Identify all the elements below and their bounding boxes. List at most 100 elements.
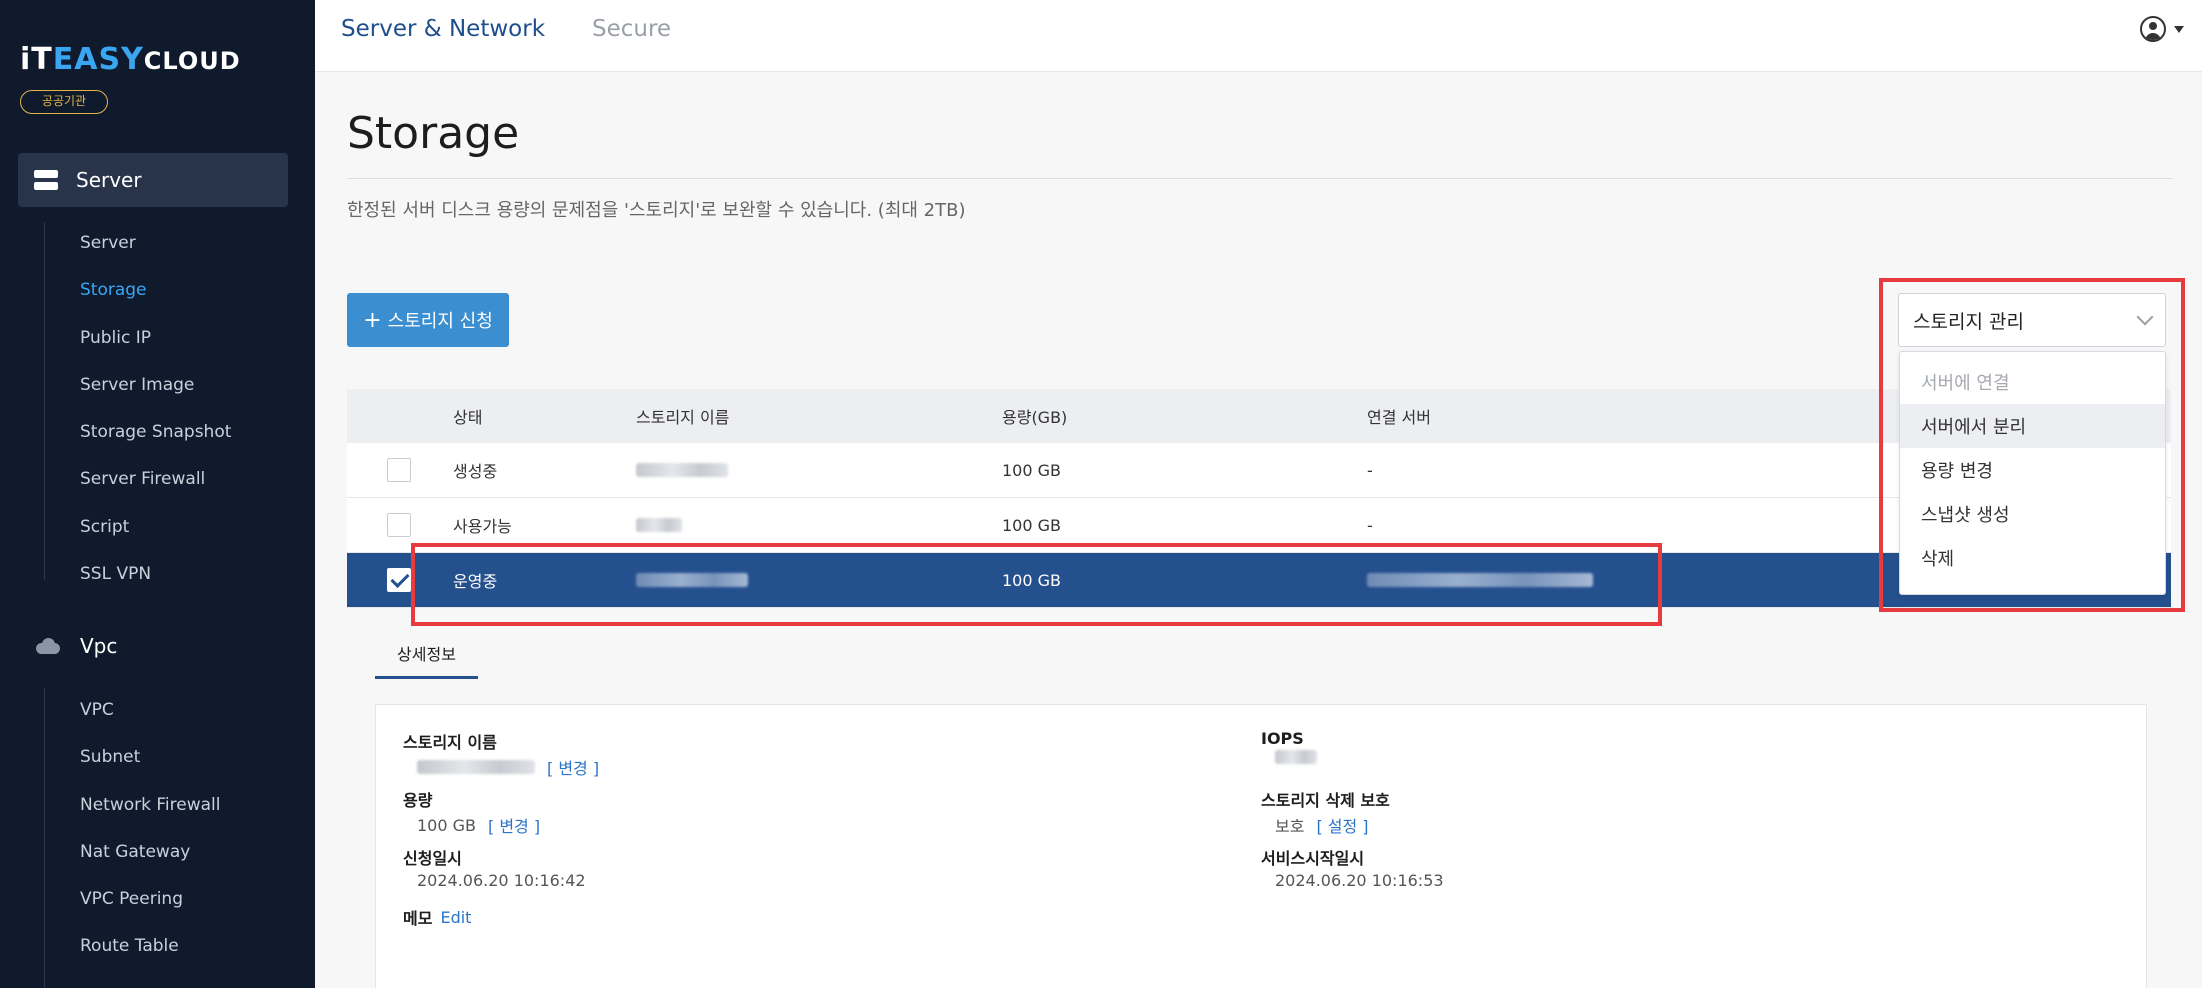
change-capacity-link[interactable]: [ 변경 ] <box>488 813 540 837</box>
storage-manage-select-value: 스토리지 관리 <box>1913 310 2024 333</box>
sidebar-item-public-ip[interactable]: Public IP <box>80 328 151 348</box>
sidebar-group-server[interactable]: Server <box>18 153 288 207</box>
row-checkbox-cell <box>387 553 411 607</box>
sidebar-group-label: Server <box>76 168 142 192</box>
storage-manage-menu: 서버에 연결 서버에서 분리 용량 변경 스냅샷 생성 삭제 <box>1899 351 2166 595</box>
detail-delete-protection: 스토리지 삭제 보호 보호 [ 설정 ] <box>1261 787 1390 837</box>
row-checkbox[interactable] <box>387 458 411 482</box>
menu-item-detach-from-server[interactable]: 서버에서 분리 <box>1900 404 2165 448</box>
menu-item-attach-to-server[interactable]: 서버에 연결 <box>1900 360 2165 404</box>
menu-item-delete[interactable]: 삭제 <box>1900 536 2165 580</box>
detail-value: 2024.06.20 10:16:42 <box>417 871 586 890</box>
row-checkbox-cell <box>387 443 411 497</box>
storage-detail-panel: 스토리지 이름 [ 변경 ] 용량 100 GB [ 변경 ] 신청일시 202… <box>375 704 2147 988</box>
column-header-capacity: 용량(GB) <box>1002 408 1068 427</box>
capacity-value: 100 GB <box>417 815 476 835</box>
memo-edit-link[interactable]: Edit <box>440 908 471 927</box>
user-menu[interactable] <box>2140 16 2184 42</box>
detail-value <box>1275 750 1317 764</box>
delete-protection-value: 보호 <box>1275 817 1305 836</box>
sidebar-item-server-firewall[interactable]: Server Firewall <box>80 469 205 489</box>
sidebar-item-vpc-peering[interactable]: VPC Peering <box>80 889 183 909</box>
detail-label: 신청일시 <box>403 849 462 868</box>
sidebar-item-storage[interactable]: Storage <box>80 280 147 300</box>
add-storage-button-label: 스토리지 신청 <box>387 311 493 332</box>
tab-details[interactable]: 상세정보 <box>375 641 478 679</box>
sidebar-item-storage-snapshot[interactable]: Storage Snapshot <box>80 422 231 442</box>
storage-name-redacted <box>417 760 535 774</box>
top-navigation: Server & Network Secure <box>315 0 2202 72</box>
row-connected-server: - <box>1367 460 1373 480</box>
detail-label: IOPS <box>1261 729 1304 748</box>
sidebar-item-network-firewall[interactable]: Network Firewall <box>80 795 221 815</box>
detail-label: 스토리지 삭제 보호 <box>1261 791 1390 810</box>
plus-icon: + <box>363 307 382 333</box>
sidebar-subtree-line <box>44 688 45 988</box>
storage-manage-select[interactable]: 스토리지 관리 <box>1898 293 2166 347</box>
sidebar-item-vpc[interactable]: VPC <box>80 700 114 720</box>
table-row[interactable]: 생성중 100 GB - <box>347 443 2171 498</box>
row-capacity: 100 GB <box>1002 570 1061 590</box>
caret-down-icon <box>2174 25 2184 33</box>
sidebar-item-nat-gateway[interactable]: Nat Gateway <box>80 842 190 862</box>
row-checkbox[interactable] <box>387 513 411 537</box>
table-row[interactable]: 사용가능 100 GB - <box>347 498 2171 553</box>
change-name-link[interactable]: [ 변경 ] <box>547 755 599 779</box>
column-header-storage-name: 스토리지 이름 <box>636 408 730 427</box>
logo-text-it: iT <box>20 42 53 77</box>
sidebar-item-ssl-vpn[interactable]: SSL VPN <box>80 564 151 584</box>
detail-memo: 메모 Edit <box>403 905 471 929</box>
sidebar-item-server[interactable]: Server <box>80 233 136 253</box>
detail-label: 용량 <box>403 791 433 810</box>
detail-value: 보호 [ 설정 ] <box>1275 813 1390 837</box>
iops-value-redacted <box>1275 750 1317 764</box>
row-storage-name-redacted <box>636 553 748 607</box>
row-connected-server: - <box>1367 515 1373 535</box>
sidebar: iTEASYCLOUD 공공기관 Server Server Storage P… <box>0 0 315 988</box>
row-storage-name-redacted <box>636 443 728 497</box>
sidebar-item-subnet[interactable]: Subnet <box>80 747 140 767</box>
row-capacity: 100 GB <box>1002 515 1061 535</box>
detail-value: [ 변경 ] <box>417 755 599 779</box>
brand-logo[interactable]: iTEASYCLOUD <box>20 42 241 77</box>
row-storage-name-redacted <box>636 498 682 552</box>
tab-server-network[interactable]: Server & Network <box>341 16 545 42</box>
sidebar-item-server-image[interactable]: Server Image <box>80 375 194 395</box>
row-status: 생성중 <box>453 462 498 481</box>
row-capacity: 100 GB <box>1002 460 1061 480</box>
logo-text-easy: EASY <box>52 42 144 77</box>
column-header-status: 상태 <box>453 408 483 427</box>
menu-item-change-capacity[interactable]: 용량 변경 <box>1900 448 2165 492</box>
menu-item-create-snapshot[interactable]: 스냅샷 생성 <box>1900 492 2165 536</box>
table-header-row: 상태 스토리지 이름 용량(GB) 연결 서버 <box>347 389 2171 443</box>
sidebar-item-route-table[interactable]: Route Table <box>80 936 179 956</box>
delete-protection-settings-link[interactable]: [ 설정 ] <box>1316 813 1368 837</box>
chevron-down-icon <box>2136 308 2154 326</box>
row-connected-server-redacted <box>1367 553 1593 607</box>
logo-text-cloud: CLOUD <box>143 47 241 75</box>
detail-value: 100 GB [ 변경 ] <box>417 813 540 837</box>
detail-requested-at: 신청일시 2024.06.20 10:16:42 <box>403 845 586 890</box>
add-storage-button[interactable]: + 스토리지 신청 <box>347 293 509 347</box>
cloud-icon <box>34 638 60 654</box>
sidebar-group-label: Vpc <box>80 634 118 658</box>
detail-service-start: 서비스시작일시 2024.06.20 10:16:53 <box>1261 845 1444 890</box>
public-institution-badge: 공공기관 <box>20 90 108 114</box>
table-row-selected[interactable]: 운영중 100 GB <box>347 553 2171 608</box>
detail-storage-name: 스토리지 이름 [ 변경 ] <box>403 729 599 779</box>
row-status: 사용가능 <box>453 517 512 536</box>
row-checkbox-checked[interactable] <box>387 568 411 592</box>
tab-secure[interactable]: Secure <box>592 16 671 42</box>
sidebar-group-vpc[interactable]: Vpc <box>18 619 288 673</box>
detail-capacity: 용량 100 GB [ 변경 ] <box>403 787 540 837</box>
storage-table: 상태 스토리지 이름 용량(GB) 연결 서버 생성중 100 GB - 사용가… <box>347 389 2171 608</box>
sidebar-item-script[interactable]: Script <box>80 517 129 537</box>
row-status: 운영중 <box>453 572 498 591</box>
page-description: 한정된 서버 디스크 용량의 문제점을 '스토리지'로 보완할 수 있습니다. … <box>347 200 966 221</box>
page-title: Storage <box>347 108 520 159</box>
detail-iops: IOPS <box>1261 729 1317 764</box>
user-account-icon <box>2140 16 2166 42</box>
detail-label: 서비스시작일시 <box>1261 849 1365 868</box>
detail-label: 메모 <box>403 909 433 928</box>
row-checkbox-cell <box>387 498 411 552</box>
